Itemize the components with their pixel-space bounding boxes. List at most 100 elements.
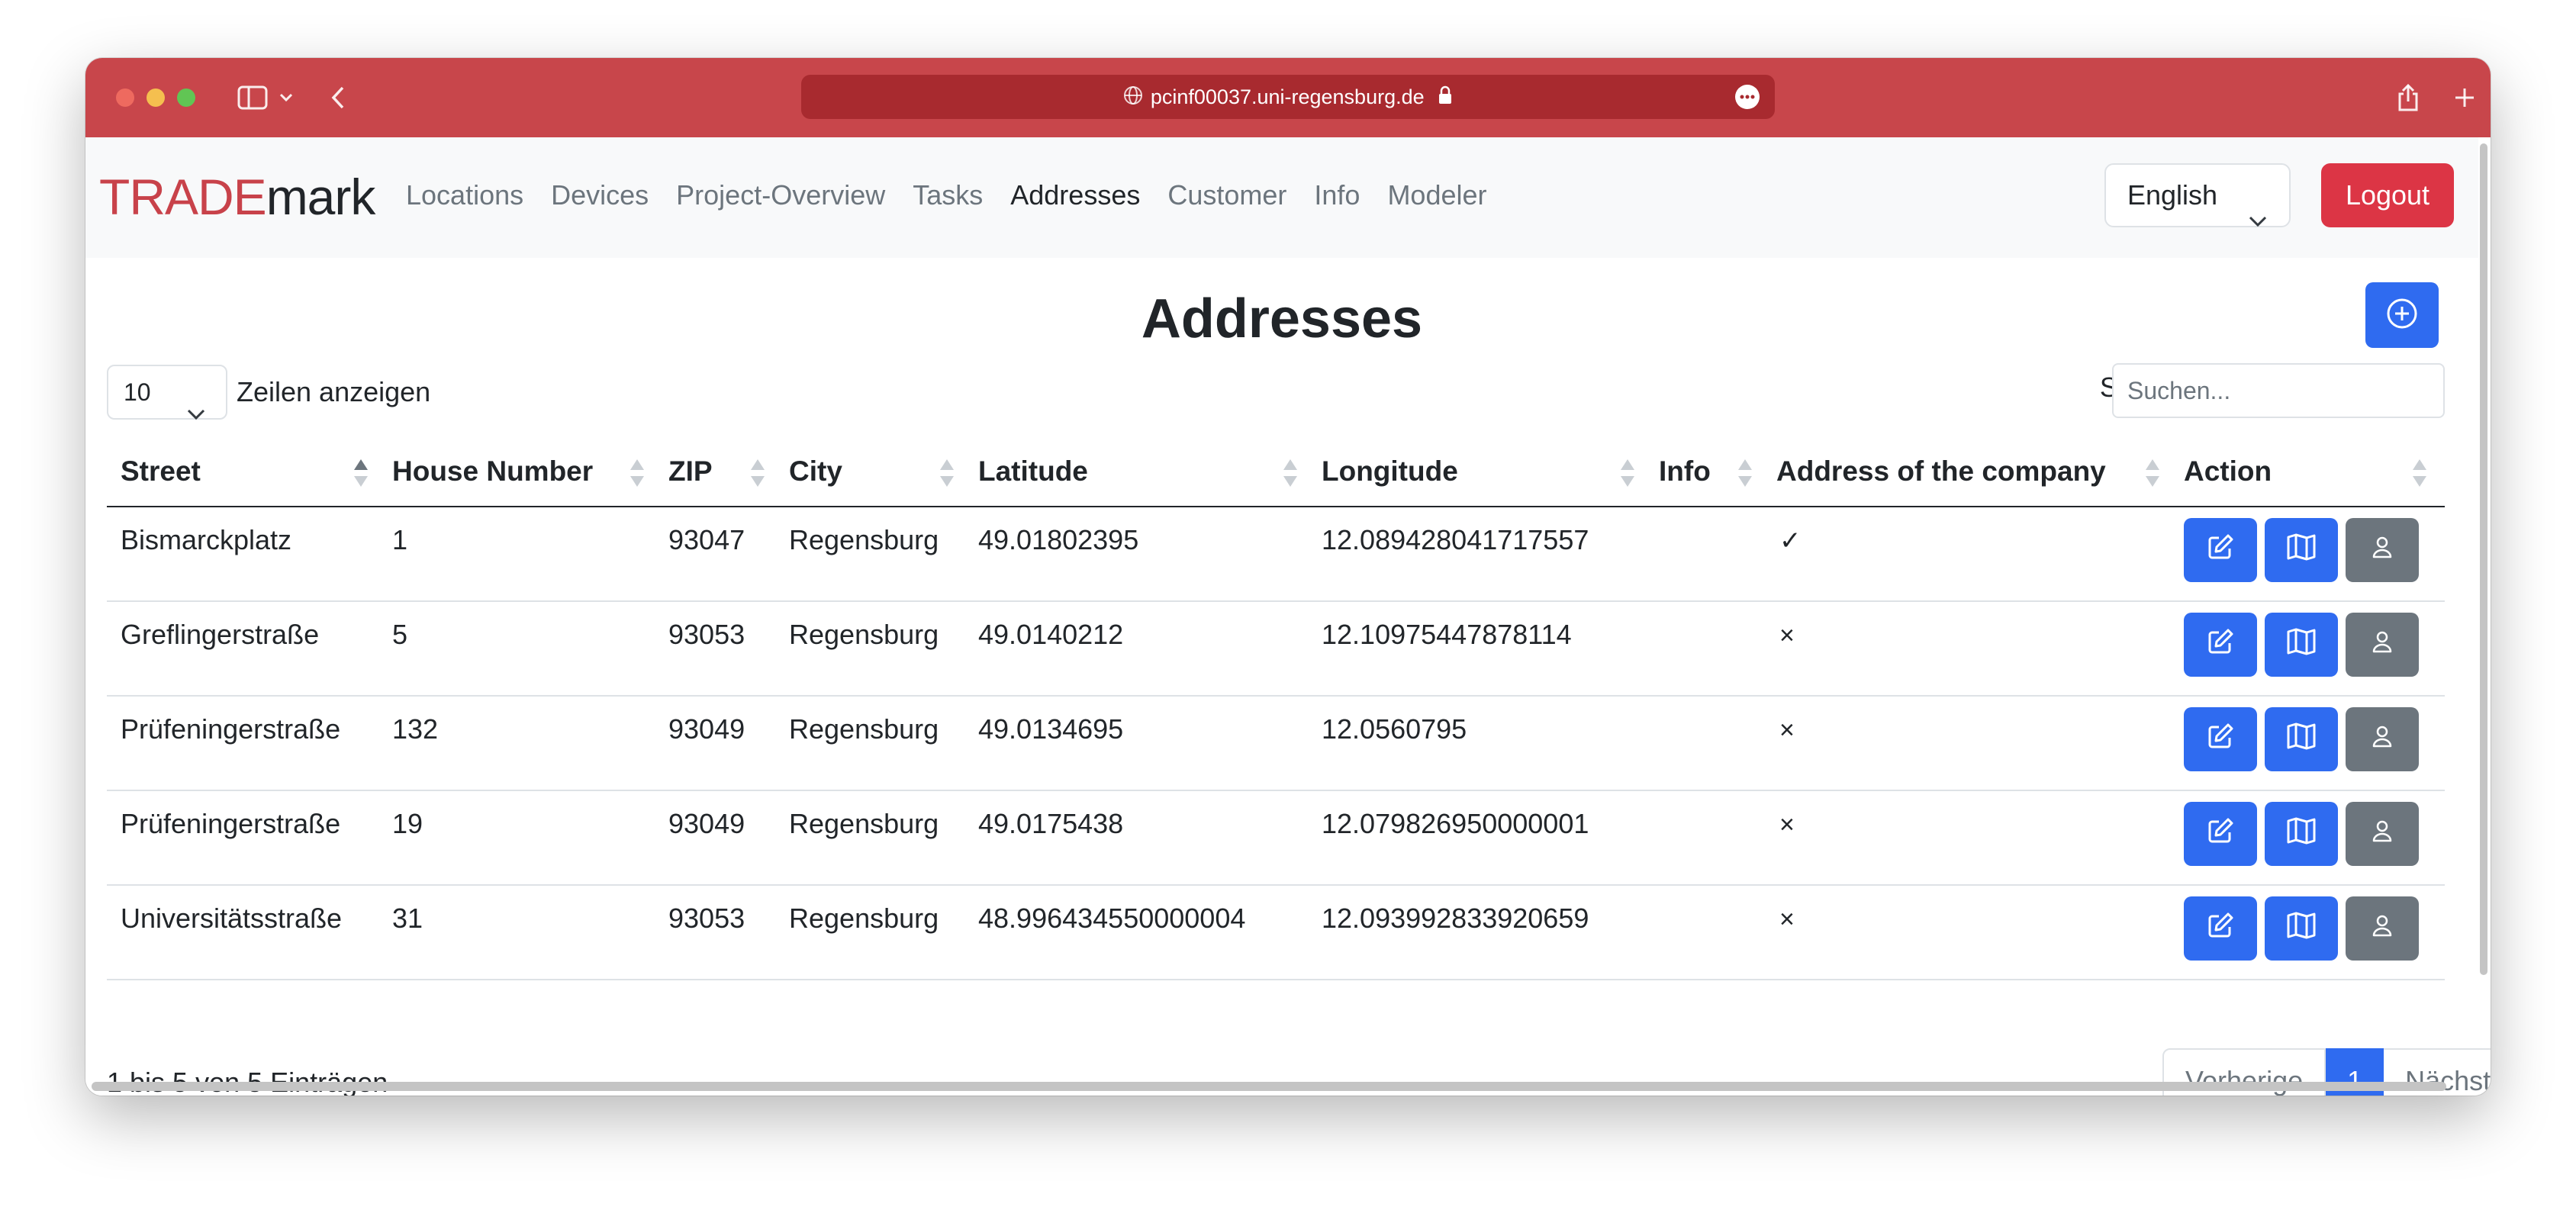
page-menu-icon[interactable] xyxy=(1735,85,1760,109)
cell-value: Regensburg xyxy=(789,713,939,745)
minimize-window-button[interactable] xyxy=(147,88,165,107)
column-header-company-address[interactable]: Address of the company xyxy=(1763,436,2170,507)
nav-links: Locations Devices Project-Overview Tasks… xyxy=(406,177,1515,214)
row-actions xyxy=(2184,896,2431,961)
cell-company: × xyxy=(1763,601,2170,697)
nav-link-addresses[interactable]: Addresses xyxy=(1010,177,1140,214)
column-label: Longitude xyxy=(1322,455,1458,487)
cell-house: 19 xyxy=(378,790,655,886)
cell-value: 93053 xyxy=(668,619,745,650)
chevron-down-icon xyxy=(2248,188,2268,249)
sort-icon xyxy=(2413,459,2426,490)
main-content: Addresses 10 Zeilen anzeigen Suche: Stre… xyxy=(85,258,2491,1096)
language-value: English xyxy=(2127,179,2218,211)
rows-per-page-select[interactable]: 10 xyxy=(107,365,227,420)
column-header-action[interactable]: Action xyxy=(2170,436,2445,507)
sort-icon xyxy=(1621,459,1634,490)
cell-lon: 12.093992833920659 xyxy=(1308,885,1645,980)
column-label: Action xyxy=(2184,455,2272,487)
map-icon xyxy=(2286,911,2317,947)
show-map-button[interactable] xyxy=(2265,518,2338,582)
add-address-button[interactable] xyxy=(2365,282,2439,348)
cell-actions xyxy=(2170,601,2445,697)
cell-info xyxy=(1645,696,1763,791)
cell-value: Bismarckplatz xyxy=(121,524,292,555)
cell-value: 5 xyxy=(392,619,408,650)
cell-value: 49.0140212 xyxy=(978,619,1124,650)
edit-button[interactable] xyxy=(2184,613,2257,677)
customer-button[interactable] xyxy=(2346,613,2419,677)
cell-house: 31 xyxy=(378,885,655,980)
cell-lat: 49.0140212 xyxy=(964,601,1308,697)
customer-button[interactable] xyxy=(2346,802,2419,866)
cell-lon: 12.089428041717557 xyxy=(1308,507,1645,602)
column-header-house-number[interactable]: House Number xyxy=(378,436,655,507)
nav-link-devices[interactable]: Devices xyxy=(551,177,649,214)
column-header-latitude[interactable]: Latitude xyxy=(964,436,1308,507)
row-actions xyxy=(2184,707,2431,771)
show-map-button[interactable] xyxy=(2265,802,2338,866)
table-row: Prüfeningerstraße 132 93049 Regensburg 49.01… xyxy=(107,696,2445,791)
show-map-button[interactable] xyxy=(2265,613,2338,677)
map-icon xyxy=(2286,533,2317,568)
brand-logo[interactable]: TRADEmark xyxy=(99,166,375,227)
language-select[interactable]: English xyxy=(2104,163,2291,227)
edit-button[interactable] xyxy=(2184,707,2257,771)
cell-actions xyxy=(2170,790,2445,886)
logout-button[interactable]: Logout xyxy=(2321,163,2454,227)
cell-value: 49.0134695 xyxy=(978,713,1124,745)
company-address-mark: ✓ xyxy=(1779,526,1802,555)
nav-link-info[interactable]: Info xyxy=(1314,177,1360,214)
address-bar[interactable]: pcinf00037.uni-regensburg.de xyxy=(801,75,1775,119)
nav-link-modeler[interactable]: Modeler xyxy=(1387,177,1486,214)
row-actions xyxy=(2184,518,2431,582)
sidebar-icon[interactable] xyxy=(235,81,270,114)
cell-value: Regensburg xyxy=(789,903,939,934)
search-input[interactable] xyxy=(2112,363,2445,418)
close-window-button[interactable] xyxy=(116,88,134,107)
column-header-info[interactable]: Info xyxy=(1645,436,1763,507)
customer-button[interactable] xyxy=(2346,518,2419,582)
navbar: TRADEmark Locations Devices Project-Over… xyxy=(85,137,2478,259)
edit-button[interactable] xyxy=(2184,802,2257,866)
nav-link-tasks[interactable]: Tasks xyxy=(913,177,983,214)
customer-button[interactable] xyxy=(2346,707,2419,771)
edit-icon xyxy=(2206,627,2235,663)
column-header-longitude[interactable]: Longitude xyxy=(1308,436,1645,507)
nav-link-customer[interactable]: Customer xyxy=(1167,177,1286,214)
cell-zip: 93053 xyxy=(655,885,775,980)
sort-icon xyxy=(630,459,644,490)
new-tab-icon[interactable] xyxy=(2449,81,2480,114)
nav-link-locations[interactable]: Locations xyxy=(406,177,523,214)
cell-lat: 49.0134695 xyxy=(964,696,1308,791)
brand-part1: TRADE xyxy=(99,169,267,225)
edit-button[interactable] xyxy=(2184,896,2257,961)
horizontal-scrollbar[interactable] xyxy=(92,1082,2446,1091)
edit-button[interactable] xyxy=(2184,518,2257,582)
cell-lon: 12.10975447878114 xyxy=(1308,601,1645,697)
sort-icon xyxy=(1283,459,1297,490)
chevron-down-icon[interactable] xyxy=(276,81,296,114)
column-header-city[interactable]: City xyxy=(775,436,964,507)
column-header-street[interactable]: Street xyxy=(107,436,378,507)
sort-icon xyxy=(940,459,954,490)
lock-icon xyxy=(1438,76,1453,121)
cell-info xyxy=(1645,790,1763,886)
nav-link-project-overview[interactable]: Project-Overview xyxy=(676,177,885,214)
edit-icon xyxy=(2206,911,2235,947)
show-map-button[interactable] xyxy=(2265,707,2338,771)
company-address-mark: × xyxy=(1779,810,1795,839)
column-header-zip[interactable]: ZIP xyxy=(655,436,775,507)
zoom-window-button[interactable] xyxy=(177,88,195,107)
cell-value: 93049 xyxy=(668,713,745,745)
back-icon[interactable] xyxy=(327,81,349,114)
company-address-mark: × xyxy=(1779,716,1795,745)
vertical-scrollbar[interactable] xyxy=(2480,143,2487,975)
sort-icon xyxy=(1738,459,1752,490)
cell-city: Regensburg xyxy=(775,601,964,697)
map-icon xyxy=(2286,722,2317,758)
customer-button[interactable] xyxy=(2346,896,2419,961)
cell-value: Regensburg xyxy=(789,808,939,839)
share-icon[interactable] xyxy=(2393,81,2423,114)
show-map-button[interactable] xyxy=(2265,896,2338,961)
